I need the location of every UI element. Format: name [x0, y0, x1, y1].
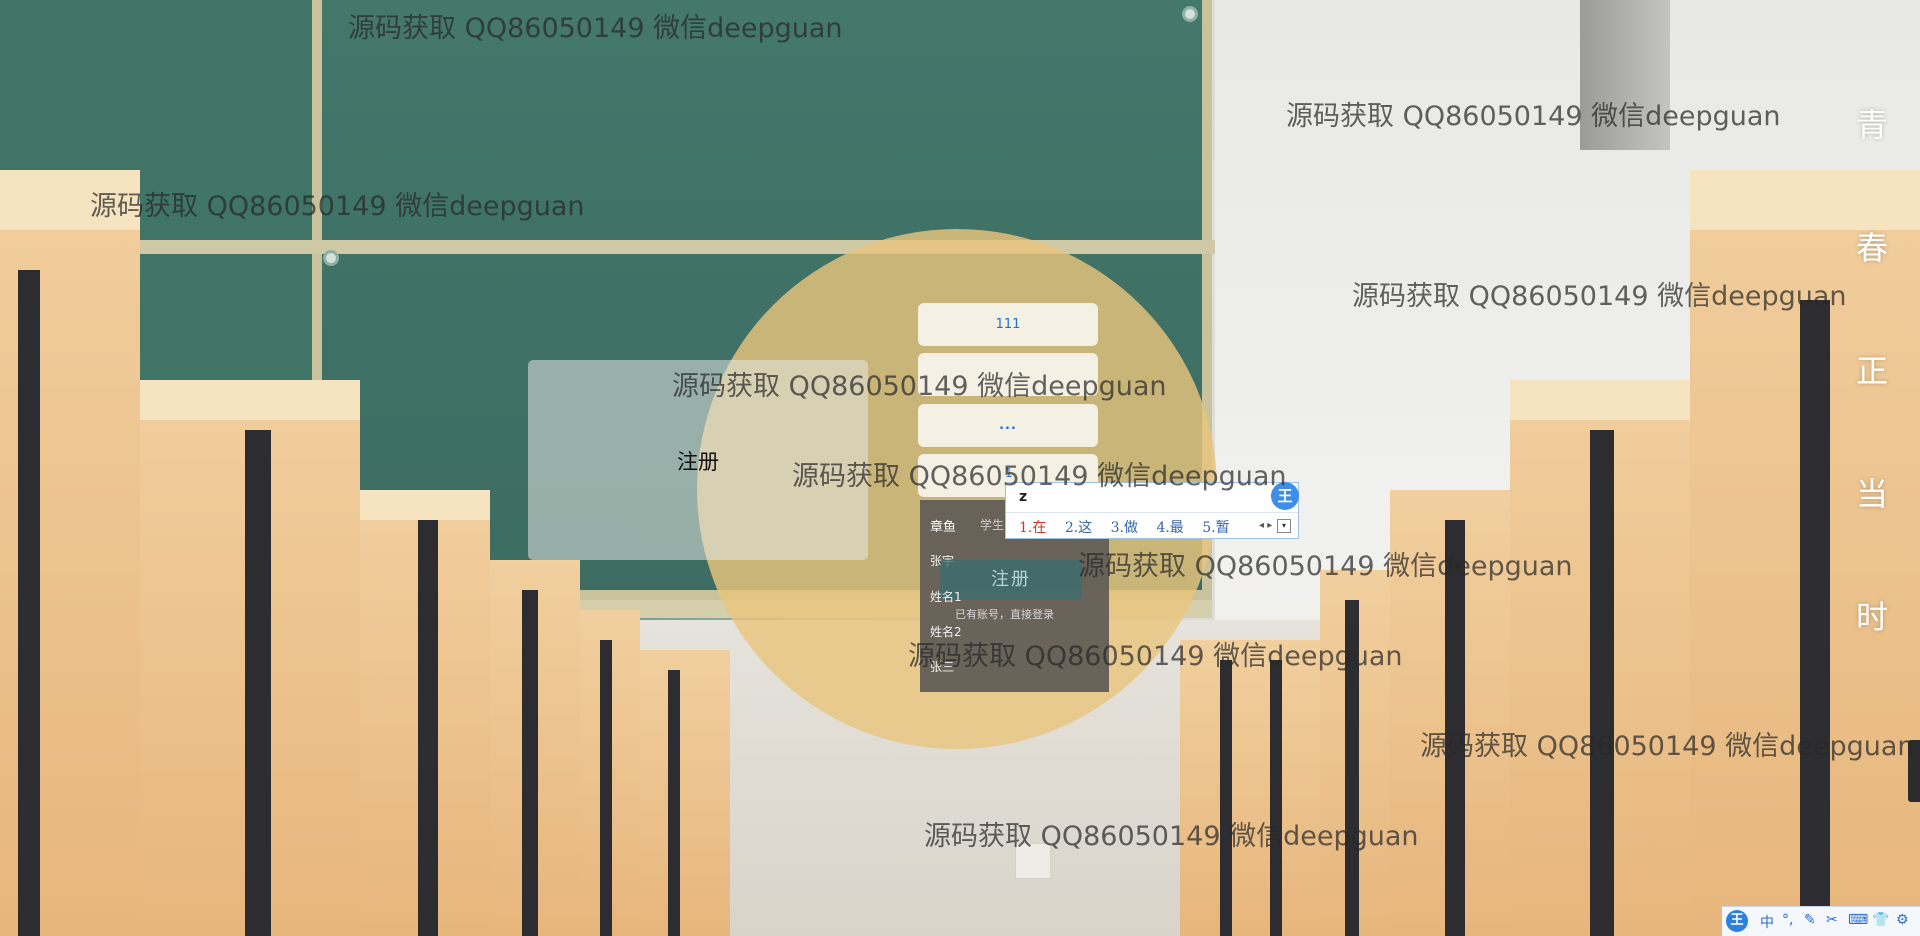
gear-icon[interactable]: ⚙ [1896, 912, 1909, 928]
board-magnet [1182, 6, 1198, 22]
name-input[interactable] [918, 353, 1098, 396]
ime-candidate[interactable]: 1.在 [1019, 520, 1046, 536]
scissors-icon[interactable]: ✂ [1826, 912, 1838, 928]
dropdown-option[interactable]: 姓名2 [930, 623, 962, 640]
vertical-title: 青 春 正 当 时 [1856, 100, 1889, 715]
desk-leg [600, 640, 612, 936]
side-tab-handle[interactable] [1908, 740, 1920, 802]
desk-leg [1345, 600, 1359, 936]
desk-leg [245, 430, 271, 936]
desk-top [360, 490, 490, 520]
desk-top [1510, 380, 1690, 420]
desk-leg [1445, 520, 1465, 936]
desk-leg [1220, 660, 1232, 936]
desk [640, 650, 730, 936]
vertical-title-char: 正 [1856, 352, 1889, 390]
ime-logo-icon: 王 [1271, 482, 1299, 510]
ime-expand-icon[interactable]: ▾ [1277, 519, 1291, 533]
desk-leg [522, 590, 538, 936]
password-input[interactable] [918, 404, 1098, 447]
ime-candidate[interactable]: 5.暂 [1202, 520, 1229, 536]
desk-leg [668, 670, 680, 936]
dropdown-option[interactable]: 姓名1 [930, 588, 962, 605]
ime-candidate[interactable]: 3.做 [1111, 520, 1138, 536]
ime-toolbar: 王 中 °, ✎ ✂ ⌨ 👕 ⚙ [1722, 906, 1920, 936]
board-magnet [323, 250, 339, 266]
ime-cursor-marker: 1 [1005, 466, 1013, 480]
handwrite-icon[interactable]: ✎ [1804, 912, 1816, 928]
register-title: 注册 [677, 450, 719, 474]
ime-candidates: 1.在 2.这 3.做 4.最 5.暂 [1019, 517, 1244, 537]
ime-toolbar-logo-icon[interactable]: 王 [1726, 910, 1748, 932]
vertical-title-char: 青 [1856, 106, 1889, 144]
desk-top [0, 170, 140, 230]
desk-leg [18, 270, 40, 936]
desk-leg [1270, 660, 1282, 936]
chinese-mode-icon[interactable]: 中 [1760, 912, 1774, 932]
background-speaker [1580, 0, 1670, 150]
dropdown-option-selected[interactable]: 章鱼 [930, 516, 956, 535]
ime-candidate[interactable]: 4.最 [1156, 520, 1183, 536]
desk-leg [418, 520, 438, 936]
ime-composition: z [1019, 489, 1028, 505]
desk [1180, 640, 1320, 936]
skin-icon[interactable]: 👕 [1872, 912, 1889, 928]
vertical-title-char: 时 [1856, 598, 1889, 636]
dropdown-option[interactable]: 张三 [930, 658, 954, 675]
punctuation-icon[interactable]: °, [1782, 912, 1793, 928]
ime-candidate[interactable]: 2.这 [1065, 520, 1092, 536]
desk-leg [1800, 300, 1830, 936]
vertical-title-char: 当 [1856, 475, 1889, 513]
desk-leg [1590, 430, 1614, 936]
keyboard-icon[interactable]: ⌨ [1848, 912, 1868, 928]
dropdown-option-role[interactable]: 学生 [980, 516, 1004, 533]
desk-top [140, 380, 360, 420]
login-link[interactable]: 已有账号，直接登录 [955, 606, 1054, 622]
ime-page-arrows-icon[interactable]: ◂ ▸ [1259, 520, 1272, 531]
vertical-title-char: 春 [1856, 229, 1889, 267]
ime-candidate-popup: z 1.在 2.这 3.做 4.最 5.暂 ◂ ▸ ▾ [1005, 482, 1299, 539]
wall-outlet [1015, 843, 1051, 879]
ime-divider [1006, 512, 1298, 513]
username-input[interactable] [918, 303, 1098, 346]
